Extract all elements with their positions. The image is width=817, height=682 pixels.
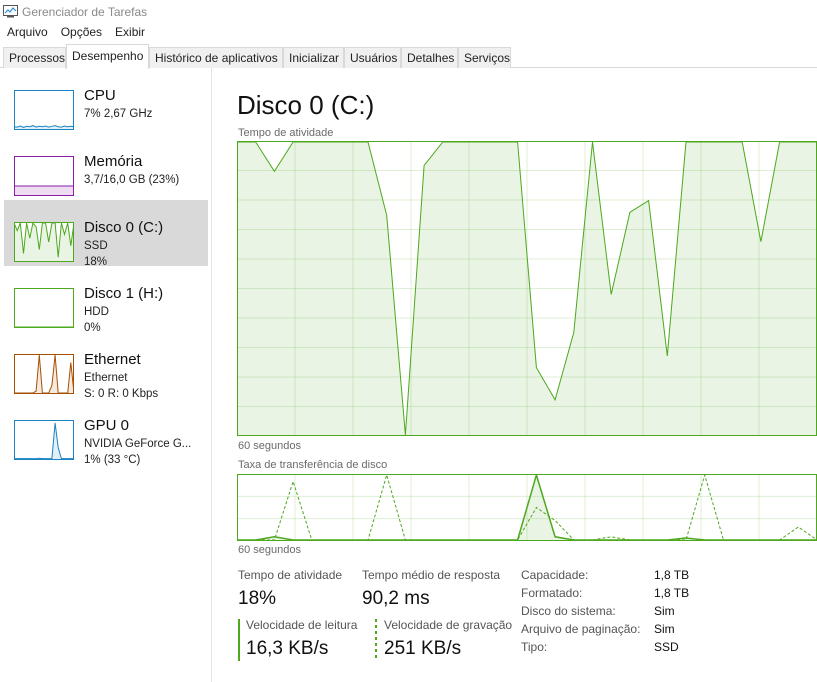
thumbnail-frame <box>14 354 74 394</box>
sidebar-item-detail: NVIDIA GeForce G... <box>84 438 192 450</box>
read-series-marker <box>238 619 240 661</box>
sidebar-item-title: Disco 0 (C:) <box>84 219 164 236</box>
transfer-graph-label: Taxa de transferência de disco <box>238 459 388 471</box>
activity-stat-label: Tempo de atividade <box>238 568 343 582</box>
write-stat-label: Velocidade de gravação <box>384 618 513 632</box>
sidebar-item-detail: Ethernet <box>84 372 128 384</box>
info-value-tipo: SSD <box>654 640 679 654</box>
info-value-capacidade: 1,8 TB <box>654 568 690 582</box>
sidebar-item-disco-0[interactable]: Disco 0 (C:) SSD 18% <box>4 200 208 268</box>
info-label-disco-sistema: Disco do sistema: <box>521 604 616 618</box>
memory-thumbnail-graph <box>14 156 74 196</box>
info-label-capacidade: Capacidade: <box>521 568 589 582</box>
menu-exibir[interactable]: Exibir <box>108 23 151 43</box>
gpu-thumbnail-graph <box>14 420 74 460</box>
page-title: Disco 0 (C:) <box>237 90 375 120</box>
tab-processos[interactable]: Processos <box>3 47 66 68</box>
menu-bar: Arquivo Opções Exibir <box>0 23 151 43</box>
menu-arquivo[interactable]: Arquivo <box>0 23 54 43</box>
performance-sidebar: CPU 7% 2,67 GHz Memória 3,7/16,0 GB (23%… <box>0 68 212 682</box>
sidebar-item-detail: 3,7/16,0 GB (23%) <box>84 174 180 186</box>
thumbnail-memory-fill <box>15 186 73 195</box>
transfer-graph <box>237 474 817 541</box>
sidebar-item-detail: SSD <box>84 240 108 252</box>
tab-inicializar[interactable]: Inicializar <box>283 47 344 68</box>
activity-stat-value: 18% <box>238 588 277 609</box>
menu-opcoes[interactable]: Opções <box>54 23 108 43</box>
sidebar-item-title: Memória <box>84 153 143 170</box>
tab-usuarios[interactable]: Usuários <box>344 47 401 68</box>
info-label-paginacao: Arquivo de paginação: <box>521 622 641 636</box>
info-value-formatado: 1,8 TB <box>654 586 690 600</box>
disk0-thumbnail-graph <box>14 222 74 262</box>
tab-desempenho[interactable]: Desempenho <box>66 44 149 69</box>
task-manager-icon <box>3 5 18 18</box>
sidebar-item-detail: 7% 2,67 GHz <box>84 108 153 120</box>
info-value-paginacao: Sim <box>654 622 675 636</box>
info-value-disco-sistema: Sim <box>654 604 675 618</box>
sidebar-item-usage: 1% (33 °C) <box>84 454 141 466</box>
write-series-marker <box>375 619 377 661</box>
tab-bar: Processos Desempenho Histórico de aplica… <box>0 44 817 69</box>
thumbnail-frame <box>14 420 74 460</box>
tab-servicos[interactable]: Serviços <box>458 47 511 68</box>
response-stat-label: Tempo médio de resposta <box>362 568 501 582</box>
sidebar-item-title: CPU <box>84 87 116 104</box>
sidebar-item-gpu-0[interactable]: GPU 0 NVIDIA GeForce G... 1% (33 °C) <box>4 398 208 466</box>
sidebar-item-title: Disco 1 (H:) <box>84 285 164 302</box>
sidebar-item-disco-1[interactable]: Disco 1 (H:) HDD 0% <box>4 266 208 334</box>
response-stat-value: 90,2 ms <box>362 588 430 609</box>
window-title: Gerenciador de Tarefas <box>22 5 148 19</box>
sidebar-item-memoria[interactable]: Memória 3,7/16,0 GB (23%) <box>4 134 208 200</box>
read-stat-label: Velocidade de leitura <box>246 618 358 632</box>
sidebar-item-title: Ethernet <box>84 351 141 368</box>
sidebar-item-detail: HDD <box>84 306 109 318</box>
thumbnail-frame <box>14 288 74 328</box>
write-stat-value: 251 KB/s <box>384 638 462 659</box>
info-label-tipo: Tipo: <box>521 640 548 654</box>
cpu-thumbnail-graph <box>14 90 74 130</box>
tab-detalhes[interactable]: Detalhes <box>401 47 458 68</box>
title-bar: Gerenciador de Tarefas <box>0 0 817 22</box>
thumbnail-frame <box>14 90 74 130</box>
read-stat-value: 16,3 KB/s <box>246 638 329 659</box>
transfer-time-label: 60 segundos <box>238 544 301 556</box>
sidebar-item-cpu[interactable]: CPU 7% 2,67 GHz <box>4 68 208 134</box>
disk1-thumbnail-graph <box>14 288 74 328</box>
tab-historico[interactable]: Histórico de aplicativos <box>149 47 283 68</box>
sidebar-item-ethernet[interactable]: Ethernet Ethernet S: 0 R: 0 Kbps <box>4 332 208 400</box>
activity-time-label: 60 segundos <box>238 440 301 452</box>
ethernet-thumbnail-graph <box>14 354 74 394</box>
activity-graph <box>237 141 817 436</box>
info-label-formatado: Formatado: <box>521 586 583 600</box>
activity-graph-label: Tempo de atividade <box>238 127 334 139</box>
sidebar-item-title: GPU 0 <box>84 417 130 434</box>
